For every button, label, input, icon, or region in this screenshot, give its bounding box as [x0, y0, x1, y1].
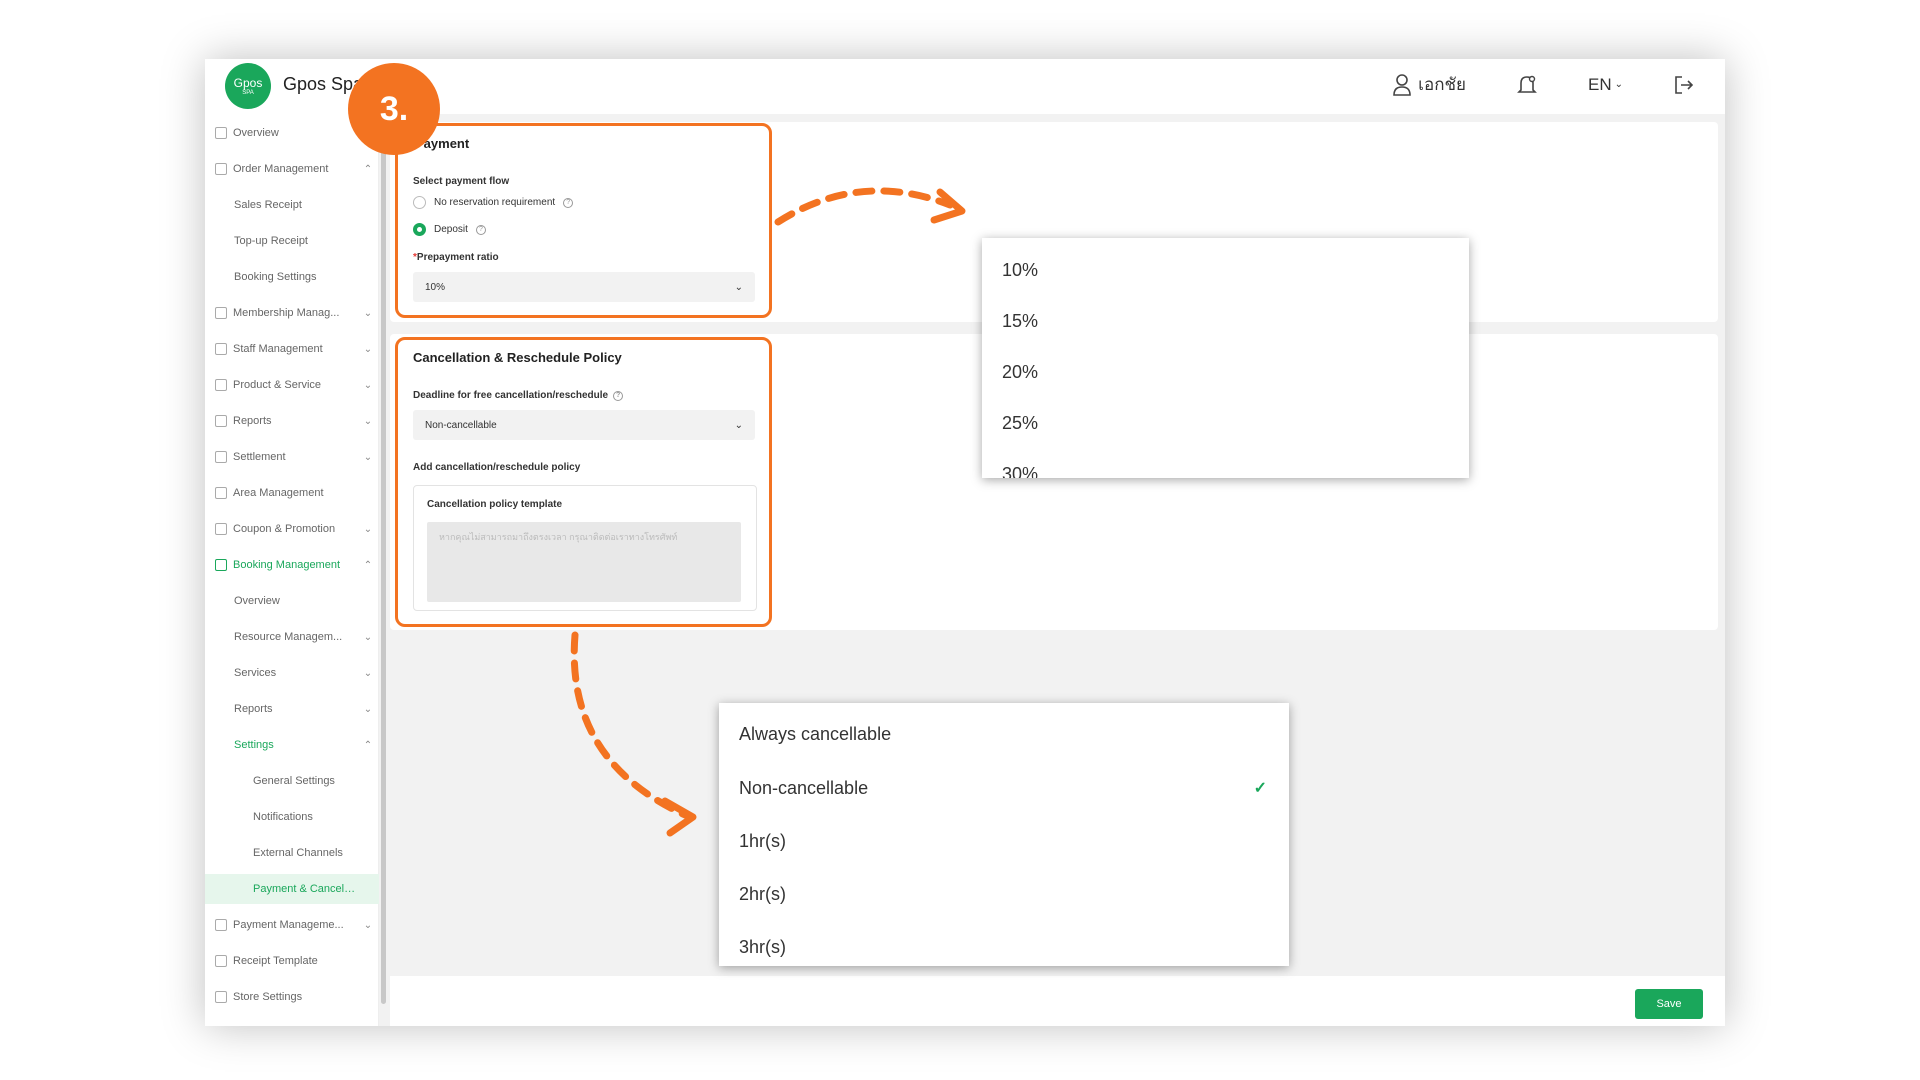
prepayment-ratio-dropdown: 10% 15% 20% 25% 30%: [982, 238, 1469, 478]
deadline-option[interactable]: 2hr(s): [739, 884, 786, 905]
deadline-option[interactable]: 1hr(s): [739, 831, 786, 852]
ratio-option[interactable]: 15%: [1002, 311, 1038, 332]
deadline-option-selected[interactable]: Non-cancellable: [739, 778, 868, 799]
ratio-option[interactable]: 10%: [1002, 260, 1038, 281]
ratio-option[interactable]: 25%: [1002, 413, 1038, 434]
check-icon: ✓: [1253, 780, 1267, 797]
ratio-option[interactable]: 20%: [1002, 362, 1038, 383]
ratio-option[interactable]: 30%: [1002, 464, 1038, 478]
deadline-option[interactable]: 3hr(s): [739, 937, 786, 958]
deadline-dropdown: Always cancellable Non-cancellable ✓ 1hr…: [719, 703, 1289, 966]
arrow-to-deadline-dropdown: [570, 631, 689, 819]
deadline-option[interactable]: Always cancellable: [739, 724, 891, 745]
arrowhead-deadline: [661, 797, 697, 837]
arrow-to-ratio-dropdown: [774, 187, 954, 226]
